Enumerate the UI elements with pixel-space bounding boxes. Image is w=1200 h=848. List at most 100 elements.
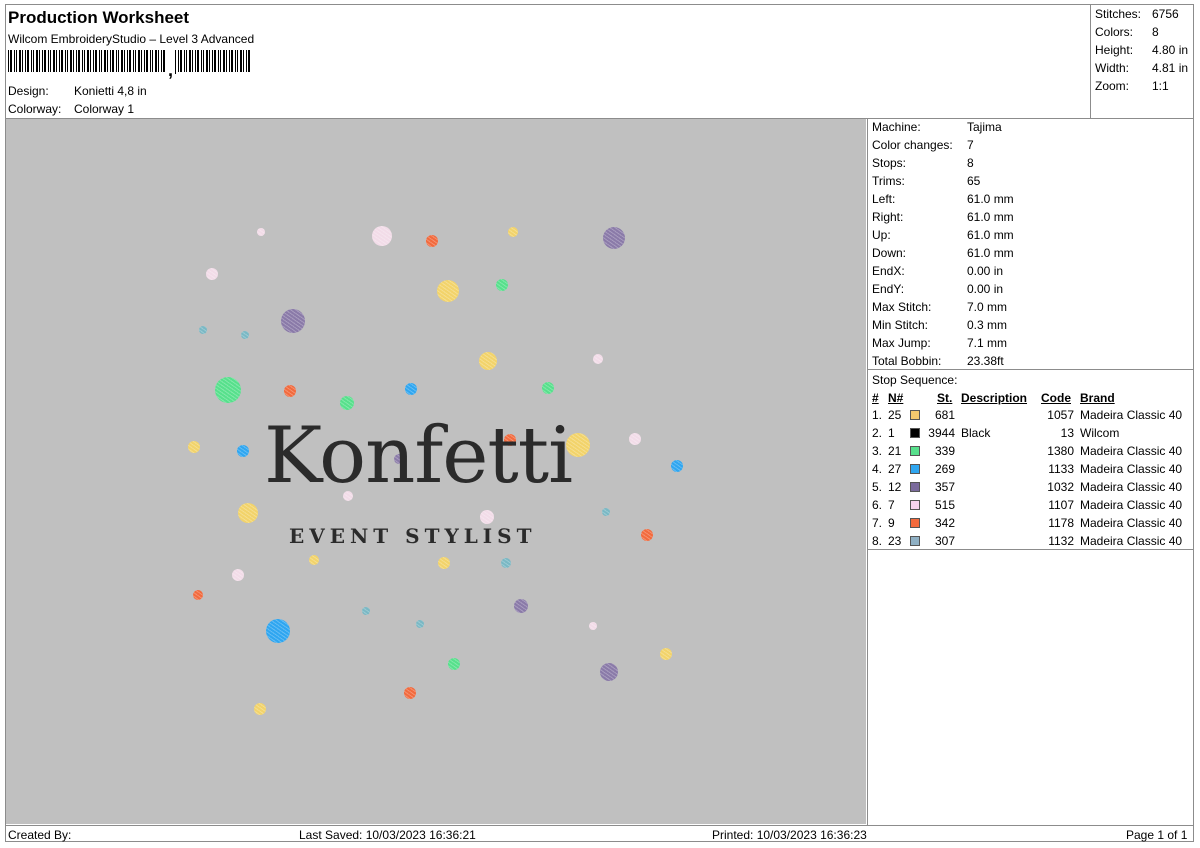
row-code: 1132 — [1048, 534, 1074, 548]
barcode-bar — [243, 50, 244, 72]
row-needle: 25 — [888, 408, 902, 422]
barcode-bar — [33, 50, 34, 72]
barcode-bar — [25, 50, 26, 72]
barcode-bar — [93, 50, 94, 72]
barcode-bar — [99, 50, 100, 72]
machine-label: Max Jump: — [872, 336, 931, 350]
barcode-bar — [237, 50, 238, 72]
barcode-bar — [178, 50, 179, 72]
barcode-bar — [133, 50, 134, 72]
confetti-dot — [602, 508, 610, 516]
stop-sequence-title: Stop Sequence: — [872, 373, 958, 387]
confetti-dot — [542, 382, 554, 394]
machine-value: 0.00 in — [967, 264, 1004, 278]
barcode-bar — [209, 50, 210, 72]
color-swatch — [910, 500, 920, 510]
row-code: 1133 — [1048, 462, 1074, 476]
row-index: 8. — [872, 534, 883, 548]
row-brand: Madeira Classic 40 — [1080, 444, 1183, 458]
row-description: Black — [961, 426, 991, 440]
barcode-bar — [121, 50, 123, 72]
machine-value: 7 — [967, 138, 974, 152]
barcode-bar — [67, 50, 68, 72]
barcode-bar — [73, 50, 74, 72]
barcode-bar — [76, 50, 77, 72]
row-code: 13 — [1060, 426, 1074, 440]
sequence-divider — [867, 549, 1194, 550]
barcode-bar — [27, 50, 29, 72]
barcode-bar — [197, 50, 199, 72]
colorway-label: Colorway: — [8, 102, 62, 116]
barcode-bar — [127, 50, 128, 72]
machine-value: 61.0 mm — [967, 246, 1014, 260]
machine-value: 8 — [967, 156, 974, 170]
machine-value: 23.38ft — [967, 354, 1004, 368]
confetti-dot — [237, 445, 249, 457]
row-code: 1380 — [1047, 444, 1074, 458]
barcode-bar — [78, 50, 80, 72]
row-stitches: 339 — [934, 444, 955, 458]
page-number: Page 1 of 1 — [1126, 828, 1188, 842]
confetti-dot — [404, 687, 416, 699]
machine-label: Max Stitch: — [872, 300, 932, 314]
colorway-value: Colorway 1 — [74, 102, 135, 116]
machine-label: Trims: — [872, 174, 905, 188]
row-code: 1178 — [1048, 516, 1074, 530]
barcode: , — [8, 50, 250, 80]
summary-value: 4.81 in — [1152, 61, 1189, 75]
machine-label: EndY: — [872, 282, 905, 296]
summary-divider — [1090, 4, 1091, 118]
barcode-bar — [223, 50, 225, 72]
confetti-dot — [426, 235, 438, 247]
confetti-dot — [501, 558, 511, 568]
barcode-bar — [226, 50, 227, 72]
machine-label: Total Bobbin: — [872, 354, 942, 368]
confetti-dot — [671, 460, 683, 472]
barcode-bar — [246, 50, 247, 72]
confetti-dot — [589, 622, 597, 630]
barcode-bar — [61, 50, 63, 72]
barcode-bar — [19, 50, 21, 72]
barcode-bar — [50, 50, 51, 72]
barcode-bar — [110, 50, 111, 72]
confetti-dot — [508, 227, 518, 237]
barcode-bar — [144, 50, 145, 72]
barcode-bar — [155, 50, 157, 72]
machine-label: Left: — [872, 192, 896, 206]
design-label: Design: — [8, 84, 49, 98]
row-brand: Madeira Classic 40 — [1080, 534, 1183, 548]
barcode-bar — [220, 50, 221, 72]
row-index: 5. — [872, 480, 883, 494]
confetti-dot — [405, 383, 417, 395]
summary-label: Zoom: — [1095, 79, 1130, 93]
barcode-bar — [82, 50, 83, 72]
barcode-bar — [10, 50, 12, 72]
barcode-bar — [16, 50, 17, 72]
machine-divider — [867, 369, 1194, 370]
machine-value: 0.00 in — [967, 282, 1004, 296]
confetti-dot — [254, 703, 266, 715]
confetti-dot — [514, 599, 528, 613]
barcode-bar — [235, 50, 236, 72]
barcode-bar — [206, 50, 208, 72]
color-swatch — [910, 536, 920, 546]
confetti-dot — [603, 227, 625, 249]
color-swatch — [910, 464, 920, 474]
confetti-dot — [284, 385, 296, 397]
confetti-dot — [309, 555, 319, 565]
row-stitches: 357 — [934, 480, 955, 494]
barcode-bar — [203, 50, 204, 72]
logo-wordmark: Konfetti — [264, 411, 573, 501]
row-stitches: 269 — [934, 462, 955, 476]
row-brand: Madeira Classic 40 — [1080, 516, 1183, 530]
row-code: 1057 — [1047, 408, 1074, 422]
confetti-dot — [266, 619, 290, 643]
row-index: 6. — [872, 498, 883, 512]
row-needle: 7 — [888, 498, 895, 512]
row-index: 3. — [872, 444, 883, 458]
barcode-bar — [31, 50, 32, 72]
row-stitches: 681 — [934, 408, 955, 422]
summary-label: Colors: — [1095, 25, 1134, 39]
barcode-bar — [118, 50, 119, 72]
row-needle: 1 — [888, 426, 895, 440]
